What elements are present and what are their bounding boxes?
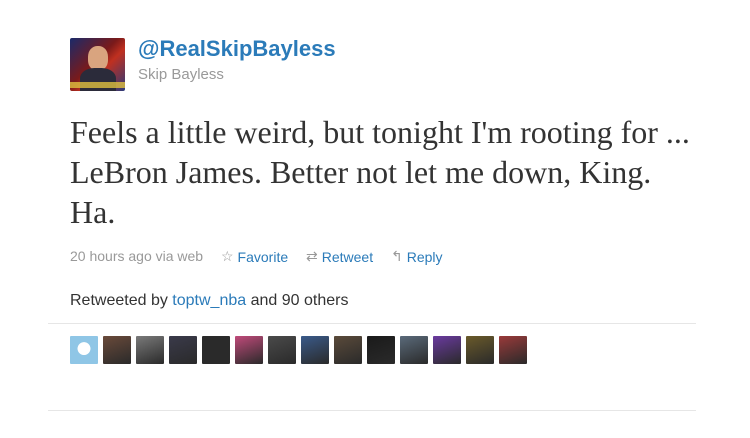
full-name: Skip Bayless: [138, 66, 224, 83]
tweet-timestamp[interactable]: 20 hours ago via web: [70, 248, 203, 264]
divider: [48, 410, 696, 411]
retweeted-suffix[interactable]: and 90 others: [251, 292, 349, 309]
retweeter-avatar[interactable]: [70, 336, 98, 364]
retweeter-avatar[interactable]: [433, 336, 461, 364]
retweeter-avatar[interactable]: [301, 336, 329, 364]
star-outline-icon: ☆: [220, 248, 234, 264]
retweeter-avatar[interactable]: [136, 336, 164, 364]
retweeter-avatar[interactable]: [400, 336, 428, 364]
retweet-button[interactable]: ⇄ Retweet: [306, 248, 373, 265]
reply-arrow-icon: ↰: [391, 248, 403, 264]
retweeter-avatar[interactable]: [235, 336, 263, 364]
retweeter-avatar[interactable]: [334, 336, 362, 364]
retweeter-avatar[interactable]: [466, 336, 494, 364]
profile-avatar[interactable]: [70, 38, 125, 91]
tweet-meta: 20 hours ago via web ☆ Favorite ⇄ Retwee…: [70, 248, 443, 265]
retweeter-avatar[interactable]: [499, 336, 527, 364]
retweeter-avatar[interactable]: [103, 336, 131, 364]
avatar-banner: [70, 82, 125, 88]
reply-label: Reply: [406, 248, 443, 265]
divider: [48, 323, 696, 324]
retweeter-avatar[interactable]: [268, 336, 296, 364]
retweet-arrows-icon: ⇄: [306, 248, 318, 264]
retweeter-avatars: [70, 336, 527, 364]
reply-button[interactable]: ↰ Reply: [391, 248, 443, 265]
retweeted-by: Retweeted by toptw_nba and 90 others: [70, 292, 348, 310]
retweeted-prefix: Retweeted by: [70, 292, 168, 309]
avatar-face: [88, 46, 108, 70]
tweet-text: Feels a little weird, but tonight I'm ro…: [70, 114, 690, 230]
retweeter-avatar[interactable]: [367, 336, 395, 364]
retweeter-avatar[interactable]: [169, 336, 197, 364]
screen-name-link[interactable]: @RealSkipBayless: [138, 36, 336, 62]
retweeter-avatar[interactable]: [202, 336, 230, 364]
favorite-button[interactable]: ☆ Favorite: [221, 248, 288, 265]
favorite-label: Favorite: [237, 248, 289, 265]
retweet-label: Retweet: [321, 248, 374, 265]
retweeter-link[interactable]: toptw_nba: [172, 292, 246, 309]
tweet-card: @RealSkipBayless Skip Bayless Feels a li…: [48, 36, 696, 416]
